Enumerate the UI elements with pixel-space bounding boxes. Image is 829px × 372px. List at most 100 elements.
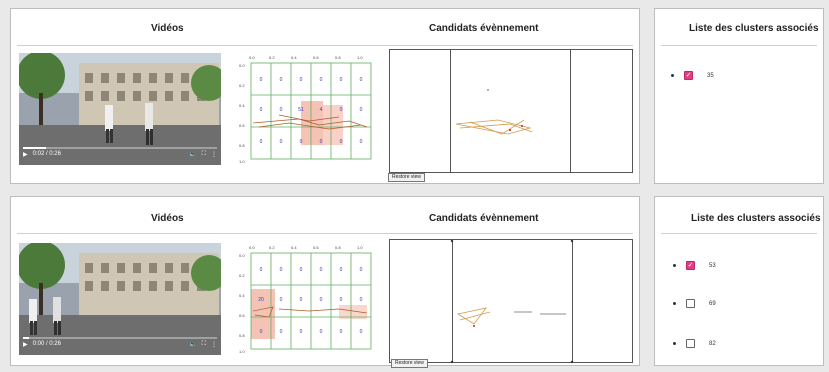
candidates-header: Candidats évènnement <box>429 213 539 224</box>
restore-view-button[interactable]: Restore view <box>391 359 428 368</box>
grid-count: 0 <box>360 297 363 303</box>
grid-count: 0 <box>360 107 363 113</box>
fullscreen-icon[interactable]: ⛶ <box>202 151 206 158</box>
grid-count: 0 <box>300 297 303 303</box>
x-tick: 0.0 <box>249 55 255 60</box>
bullet-icon <box>673 302 676 305</box>
x-tick: 0.2 <box>269 55 275 60</box>
grid-count: 0 <box>360 329 363 335</box>
grid-count: 0 <box>300 139 303 145</box>
x-tick: 1.0 <box>357 245 363 250</box>
cluster-item[interactable]: 69 <box>673 299 716 308</box>
y-tick: 1.0 <box>239 349 245 354</box>
grid-count: 0 <box>340 297 343 303</box>
more-icon[interactable]: ⋮ <box>211 151 217 158</box>
grid-count: 0 <box>320 139 323 145</box>
y-tick: 1.0 <box>239 159 245 164</box>
grid-count: 0 <box>340 107 343 113</box>
y-tick: 0.4 <box>239 103 245 108</box>
grid-count: 0 <box>320 297 323 303</box>
grid-count: 0 <box>280 77 283 83</box>
video-player[interactable]: ▶ 0:00 / 0:26 🔈 ⛶ ⋮ <box>19 243 221 355</box>
grid-count: 0 <box>260 329 263 335</box>
grid-count: 0 <box>320 267 323 273</box>
grid-count: 0 <box>260 77 263 83</box>
y-tick: 0.4 <box>239 293 245 298</box>
grid-count: 0 <box>280 297 283 303</box>
grid-count: 0 <box>280 267 283 273</box>
y-tick: 0.2 <box>239 83 245 88</box>
grid-count: 0 <box>340 329 343 335</box>
volume-icon[interactable]: 🔈 <box>189 151 196 158</box>
bullet-icon <box>673 264 676 267</box>
trajectory-grid: 0.0 0.2 0.4 0.6 0.8 1.0 0.0 0.2 0.4 0.6 … <box>239 55 372 164</box>
x-tick: 0.0 <box>249 245 255 250</box>
cluster-checkbox[interactable]: ✓ <box>684 71 693 80</box>
x-tick: 0.6 <box>313 245 319 250</box>
candidate-trajectories <box>455 89 533 135</box>
y-tick: 0.2 <box>239 273 245 278</box>
x-tick: 1.0 <box>357 55 363 60</box>
video-controls: ▶ 0:00 / 0:26 🔈 ⛶ ⋮ <box>19 333 221 355</box>
grid-count: 0 <box>260 139 263 145</box>
video-time: 0:00 / 0:26 <box>32 341 61 347</box>
x-tick: 0.4 <box>291 55 297 60</box>
y-tick: 0.8 <box>239 143 245 148</box>
grid-count: 0 <box>340 267 343 273</box>
cluster-checkbox[interactable] <box>686 339 695 348</box>
clusters-panel-1: Liste des clusters associés ✓ 35 <box>654 8 824 184</box>
grid-count: 0 <box>300 329 303 335</box>
grid-count: 0 <box>340 77 343 83</box>
grid-count: 0 <box>340 139 343 145</box>
cluster-item[interactable]: 82 <box>673 339 716 348</box>
y-tick: 0.6 <box>239 123 245 128</box>
grid-count: 0 <box>280 329 283 335</box>
candidates-plot[interactable] <box>389 239 633 364</box>
volume-icon[interactable]: 🔈 <box>189 341 196 348</box>
video-time: 0:02 / 0:26 <box>32 151 61 157</box>
video-controls: ▶ 0:02 / 0:26 🔈 ⛶ ⋮ <box>19 143 221 165</box>
play-icon[interactable]: ▶ <box>23 341 28 348</box>
event-panel-1: Vidéos Candidats évènnement ▶ 0:02 / 0:2… <box>10 8 640 184</box>
cluster-item[interactable]: ✓ 53 <box>673 261 716 270</box>
cluster-id: 53 <box>709 262 716 269</box>
y-tick: 0.0 <box>239 253 245 258</box>
y-tick: 0.6 <box>239 313 245 318</box>
grid-count: 0 <box>280 107 283 113</box>
cluster-id: 35 <box>707 72 714 79</box>
cluster-id: 82 <box>709 340 716 347</box>
bullet-icon <box>673 342 676 345</box>
clusters-divider <box>661 45 817 46</box>
x-tick: 0.4 <box>291 245 297 250</box>
x-tick: 0.2 <box>269 245 275 250</box>
cluster-id: 69 <box>709 300 716 307</box>
grid-count: 51 <box>298 107 304 113</box>
cluster-checkbox[interactable]: ✓ <box>686 261 695 270</box>
grid-count: 0 <box>360 139 363 145</box>
header-divider <box>17 233 633 234</box>
candidate-trajectories <box>450 240 574 364</box>
header-divider <box>17 45 633 46</box>
video-player[interactable]: ▶ 0:02 / 0:26 🔈 ⛶ ⋮ <box>19 53 221 165</box>
x-tick: 0.6 <box>313 55 319 60</box>
videos-header: Vidéos <box>151 213 184 224</box>
grid-count: 0 <box>320 77 323 83</box>
clusters-header: Liste des clusters associés <box>689 23 819 34</box>
event-panel-2: Vidéos Candidats évènnement ▶ 0:00 / 0:2… <box>10 196 640 368</box>
videos-header: Vidéos <box>151 23 184 34</box>
candidates-plot[interactable] <box>389 49 633 173</box>
grid-count: 20 <box>258 297 264 303</box>
cluster-item[interactable]: ✓ 35 <box>671 71 714 80</box>
trajectory-grid: 0.0 0.2 0.4 0.6 0.8 1.0 0.0 0.2 0.4 0.6 … <box>239 245 372 354</box>
grid-count: 4 <box>320 107 323 113</box>
play-icon[interactable]: ▶ <box>23 151 28 158</box>
fullscreen-icon[interactable]: ⛶ <box>202 341 206 348</box>
clusters-panel-2: Liste des clusters associés ✓ 53 69 82 <box>654 196 824 366</box>
grid-count: 0 <box>360 77 363 83</box>
clusters-header: Liste des clusters associés <box>691 213 821 224</box>
restore-view-button[interactable]: Restore view <box>388 173 425 182</box>
x-tick: 0.8 <box>335 245 341 250</box>
cluster-checkbox[interactable] <box>686 299 695 308</box>
y-tick: 0.0 <box>239 63 245 68</box>
more-icon[interactable]: ⋮ <box>211 341 217 348</box>
